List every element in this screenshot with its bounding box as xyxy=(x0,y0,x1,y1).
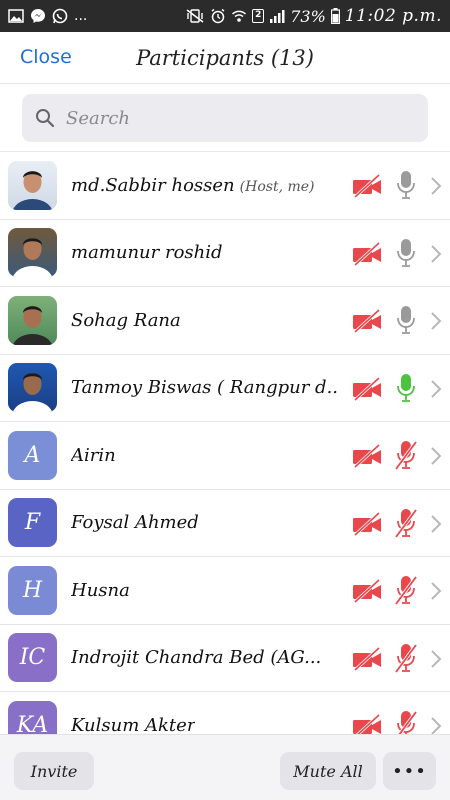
video-off-icon xyxy=(352,646,382,671)
mic-muted-icon xyxy=(394,439,418,471)
vibrate-off-icon xyxy=(185,8,205,24)
chevron-right-icon[interactable] xyxy=(430,379,442,399)
participants-screen: ... 2 73% 11:02 p.m. Close Participants … xyxy=(0,0,450,800)
participant-name: mamunur roshid xyxy=(71,242,223,264)
participant-row[interactable]: F Foysal Ahmed xyxy=(0,490,450,557)
avatar-initials: F xyxy=(24,510,41,536)
video-off-icon xyxy=(352,241,382,266)
participant-name-wrap: Foysal Ahmed xyxy=(71,512,199,533)
participant-name: Kulsum Akter xyxy=(71,714,196,734)
chevron-right-icon[interactable] xyxy=(430,244,442,264)
participant-row[interactable]: mamunur roshid xyxy=(0,220,450,287)
participant-name-wrap: md.Sabbir hossen (Host, me) xyxy=(71,175,315,196)
video-off-icon xyxy=(352,173,382,199)
mic-icon xyxy=(395,304,417,336)
header: Close Participants (13) xyxy=(0,32,450,84)
bottom-action-bar: Invite Mute All ••• xyxy=(0,734,450,800)
messenger-icon xyxy=(30,8,46,24)
participant-name: Foysal Ahmed xyxy=(71,512,199,534)
video-off-icon xyxy=(352,308,382,334)
chevron-right-icon[interactable] xyxy=(430,649,442,669)
chevron-right-icon[interactable] xyxy=(430,311,442,331)
participant-name-wrap: Sohag Rana xyxy=(71,310,181,331)
mute-all-button[interactable]: Mute All xyxy=(280,752,376,790)
avatar: A xyxy=(8,430,57,480)
status-bar: ... 2 73% 11:02 p.m. xyxy=(0,0,450,32)
more-options-button[interactable]: ••• xyxy=(383,752,436,790)
notification-area: ... xyxy=(8,8,87,24)
participant-name: Airin xyxy=(71,444,116,466)
close-button[interactable]: Close xyxy=(20,46,72,68)
avatar-initials: H xyxy=(22,577,43,603)
avatar-initials: IC xyxy=(19,645,46,671)
mic-icon xyxy=(395,237,417,269)
participant-row[interactable]: A Airin xyxy=(0,422,450,490)
participant-row[interactable]: Sohag Rana xyxy=(0,287,450,355)
participant-name: Indrojit Chandra Bed (AG... xyxy=(71,647,322,669)
search-box[interactable] xyxy=(22,94,428,142)
avatar-initials: KA xyxy=(16,712,49,734)
chevron-right-icon[interactable] xyxy=(430,446,442,466)
more-notifications-indicator: ... xyxy=(74,8,88,24)
participant-name: Tanmoy Biswas ( Rangpur d... xyxy=(71,377,339,399)
participant-name-wrap: mamunur roshid xyxy=(71,242,223,263)
participant-name-wrap: Indrojit Chandra Bed (AG... xyxy=(71,647,321,668)
video-off-icon xyxy=(352,443,382,469)
avatar xyxy=(8,160,57,210)
participant-row[interactable]: Tanmoy Biswas ( Rangpur d... xyxy=(0,355,450,422)
video-off-icon xyxy=(352,578,382,604)
gallery-icon xyxy=(8,9,24,23)
system-tray: 2 73% 11:02 p.m. xyxy=(185,6,442,26)
avatar: KA xyxy=(8,700,57,734)
whatsapp-icon xyxy=(52,8,68,24)
participant-name-wrap: Tanmoy Biswas ( Rangpur d... xyxy=(71,377,339,398)
video-off-icon xyxy=(352,511,382,536)
participant-list: md.Sabbir hossen (Host, me) mamunur roshid… xyxy=(0,152,450,734)
wifi-icon xyxy=(231,8,247,24)
alarm-icon xyxy=(210,8,226,24)
search-section xyxy=(0,84,450,152)
avatar xyxy=(8,295,57,345)
search-input[interactable] xyxy=(66,107,406,129)
avatar: H xyxy=(8,565,57,615)
search-icon xyxy=(34,107,56,129)
invite-button[interactable]: Invite xyxy=(14,752,94,790)
avatar: IC xyxy=(8,633,57,683)
participant-row[interactable]: KA Kulsum Akter xyxy=(0,692,450,734)
participant-role: (Host, me) xyxy=(239,178,315,195)
mic-muted-icon xyxy=(395,709,418,734)
signal-icon xyxy=(269,9,285,23)
participant-name-wrap: Kulsum Akter xyxy=(71,715,195,734)
avatar xyxy=(8,363,57,413)
mic-muted-icon xyxy=(394,507,418,539)
chevron-right-icon[interactable] xyxy=(430,581,442,601)
chevron-right-icon[interactable] xyxy=(430,716,442,734)
mic-muted-icon xyxy=(394,574,418,606)
video-off-icon xyxy=(352,713,382,734)
avatar-initials: A xyxy=(24,442,41,468)
participant-row[interactable]: H Husna xyxy=(0,557,450,625)
mic-icon xyxy=(395,169,417,201)
mic-muted-icon xyxy=(394,642,418,674)
participant-row[interactable]: md.Sabbir hossen (Host, me) xyxy=(0,152,450,220)
participant-name: Husna xyxy=(71,579,130,601)
battery-level: 73% xyxy=(290,6,326,26)
clock: 11:02 p.m. xyxy=(344,6,442,26)
participant-name: Sohag Rana xyxy=(71,309,181,331)
battery-icon xyxy=(330,8,340,24)
mic-active-icon xyxy=(395,372,417,404)
avatar: F xyxy=(8,498,57,548)
participant-name-wrap: Airin xyxy=(71,445,116,466)
chevron-right-icon[interactable] xyxy=(430,514,442,534)
avatar xyxy=(8,228,57,278)
video-off-icon xyxy=(352,376,382,401)
participant-name: md.Sabbir hossen xyxy=(71,174,235,196)
sim-icon: 2 xyxy=(252,9,265,23)
participant-name-wrap: Husna xyxy=(71,580,130,601)
chevron-right-icon[interactable] xyxy=(430,176,442,196)
participant-row[interactable]: IC Indrojit Chandra Bed (AG... xyxy=(0,625,450,692)
